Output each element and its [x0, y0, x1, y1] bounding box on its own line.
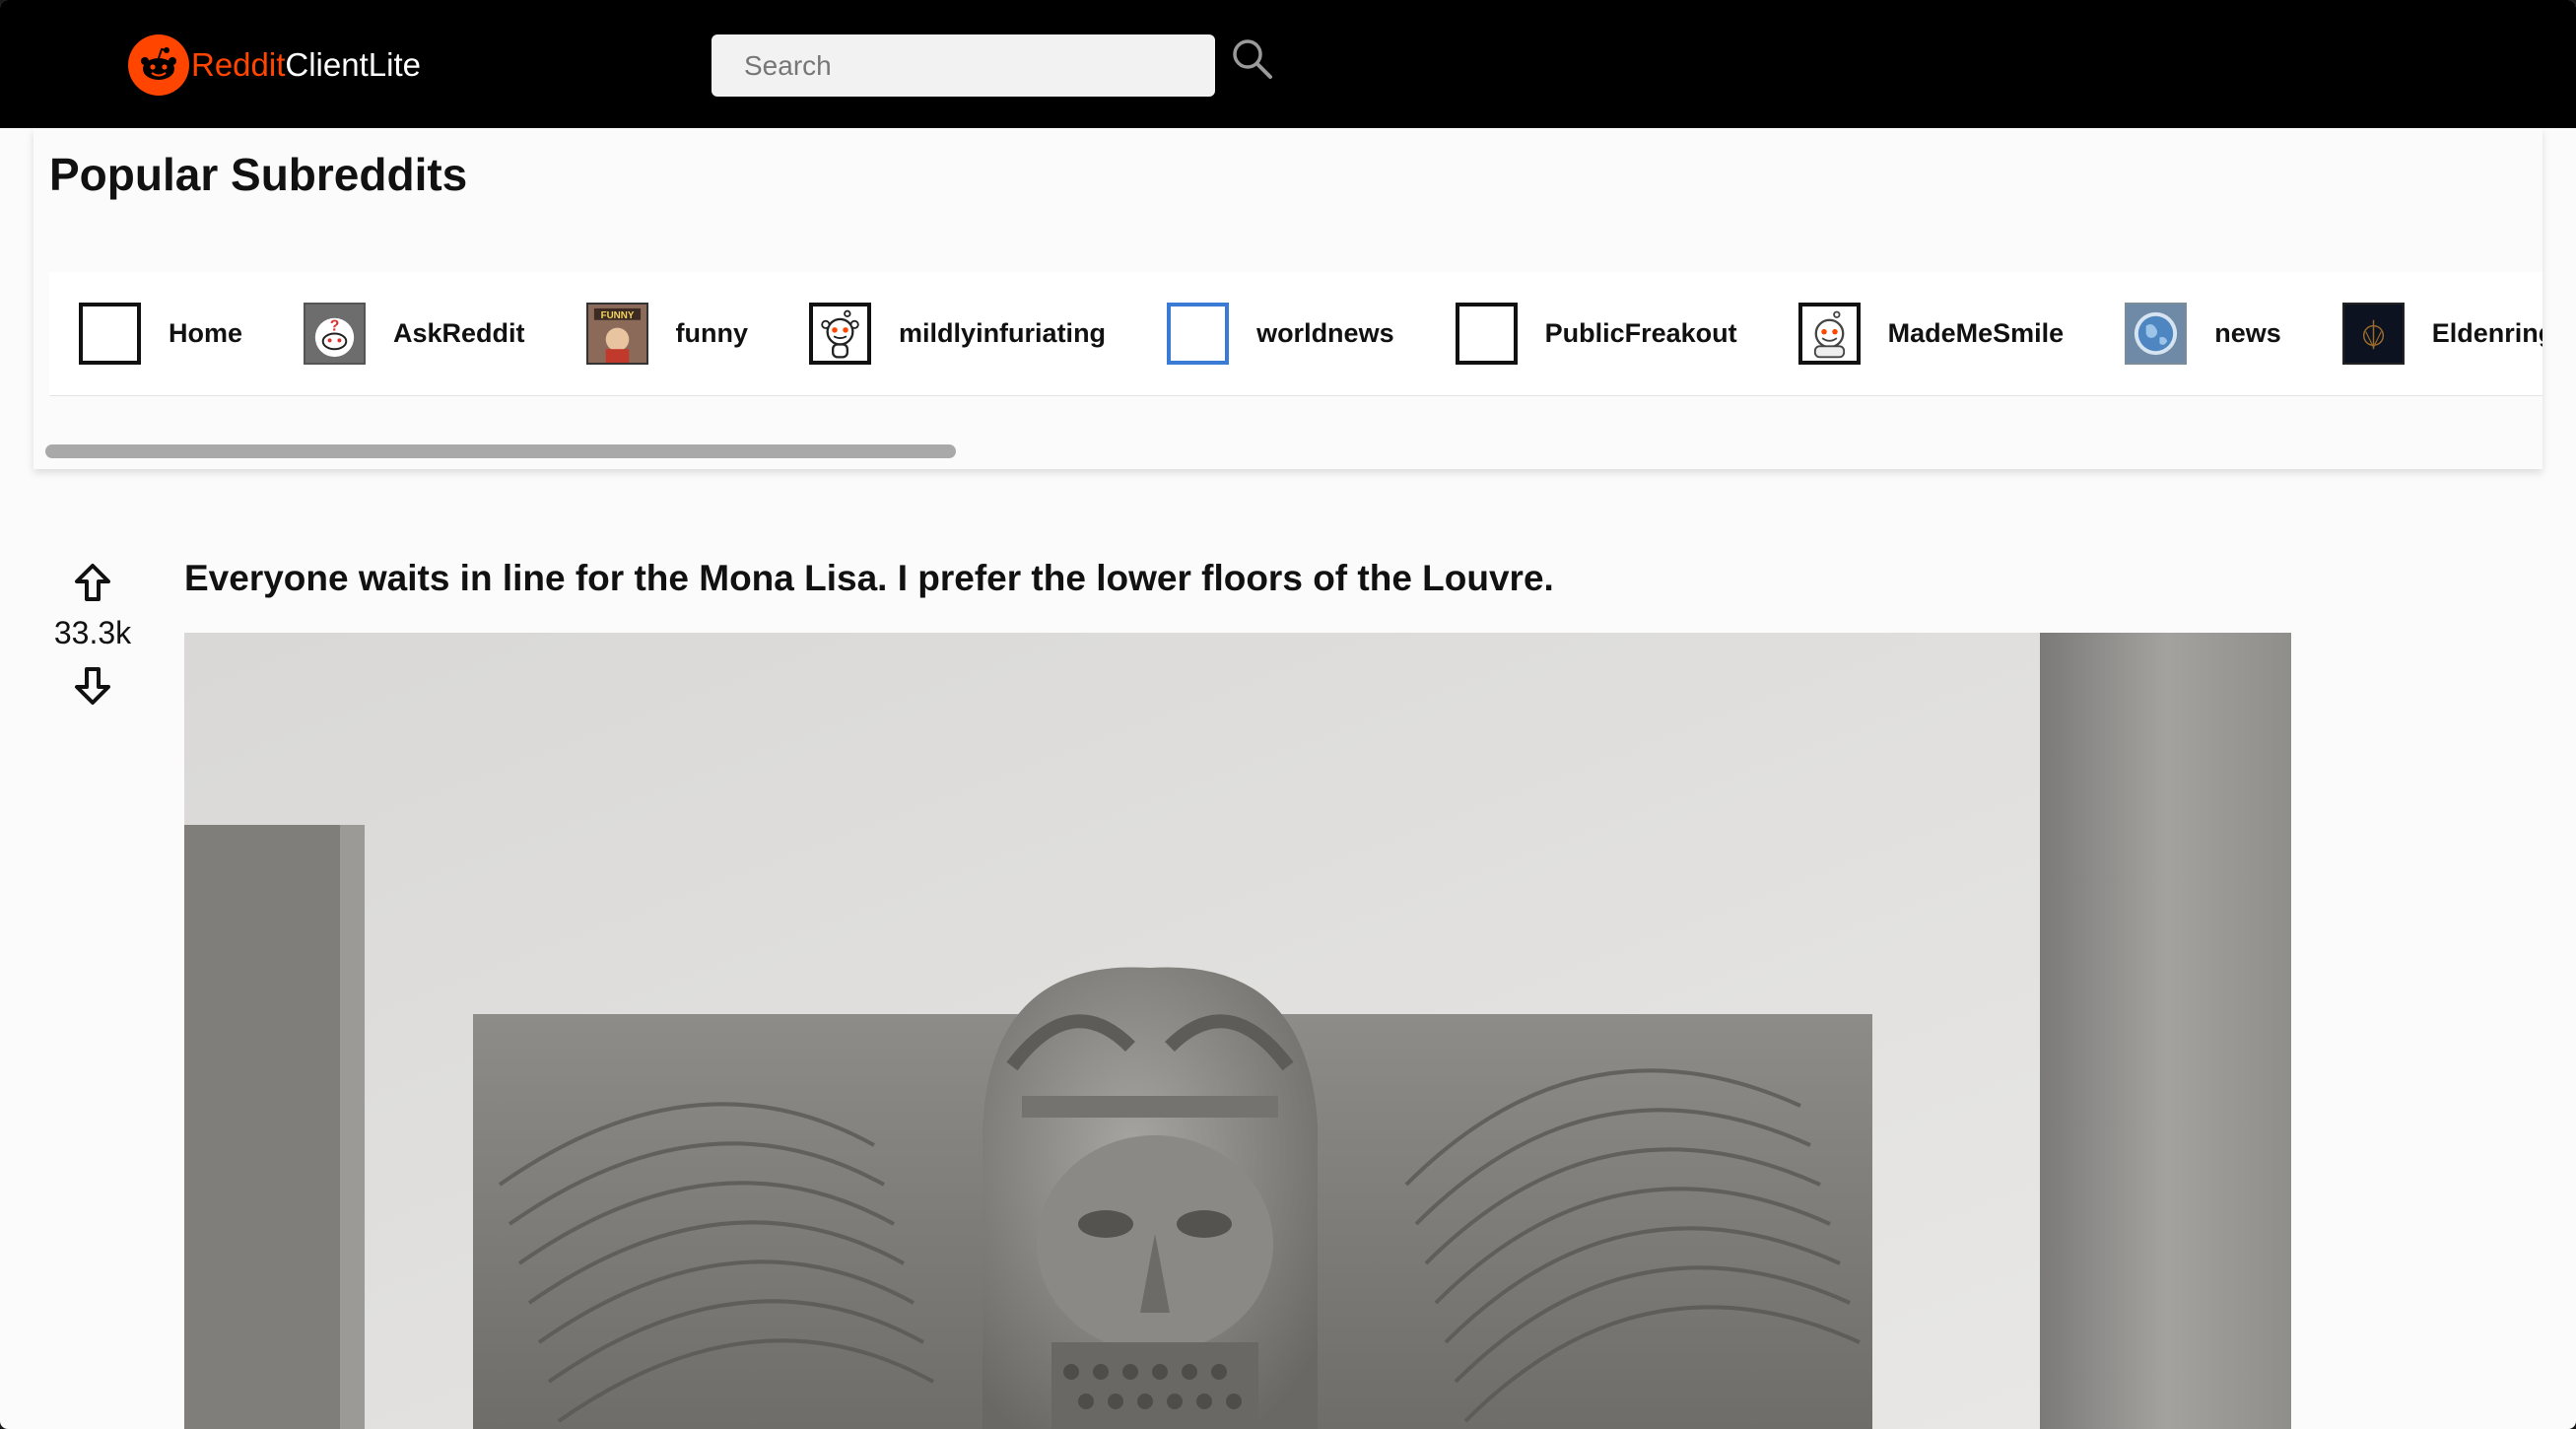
snoo-icon: [1797, 303, 1861, 365]
subreddit-label: AskReddit: [393, 318, 525, 348]
funny-icon: FUNNY: [585, 303, 648, 365]
arrow-down-icon: [75, 667, 110, 705]
vote-score: 33.3k: [53, 615, 132, 650]
subreddit-item-publicfreakout[interactable]: PublicFreakout: [1455, 300, 1737, 369]
snoo-icon: [809, 303, 872, 365]
subreddit-label: worldnews: [1256, 318, 1394, 348]
subreddit-label: funny: [675, 318, 749, 348]
reddit-logo-icon: [128, 34, 189, 96]
search-input[interactable]: [712, 34, 1215, 97]
app-logo[interactable]: RedditClientLite: [128, 34, 421, 97]
vote-column: 33.3k: [34, 560, 152, 709]
post-title[interactable]: Everyone waits in line for the Mona Lisa…: [184, 558, 1554, 599]
popular-subreddits-title: Popular Subreddits: [49, 149, 468, 200]
subreddit-item-news[interactable]: news: [2125, 300, 2281, 369]
post-image[interactable]: [184, 633, 2291, 1429]
svg-text:FUNNY: FUNNY: [600, 310, 634, 321]
subreddit-item-worldnews[interactable]: worldnews: [1167, 300, 1394, 369]
subreddit-label: Home: [169, 318, 243, 348]
logo-text-reddit: Reddit: [191, 46, 286, 83]
post-card: 33.3k Everyone waits in line for the Mon…: [34, 540, 2542, 1429]
popular-subreddits-panel: Popular Subreddits Home ? AskReddit FUNN…: [34, 128, 2542, 469]
subreddit-item-home[interactable]: Home: [79, 300, 242, 369]
subreddit-list[interactable]: Home ? AskReddit FUNNY funny mildlyinfur…: [49, 272, 2542, 396]
globe-icon: [2125, 303, 2188, 365]
upvote-button[interactable]: [69, 560, 116, 607]
blank-square-icon: [79, 303, 141, 365]
blank-square-icon: [1455, 303, 1518, 365]
subreddit-label: MadeMeSmile: [1887, 318, 2065, 348]
search-button[interactable]: [1228, 35, 1277, 85]
subreddit-item-askreddit[interactable]: ? AskReddit: [304, 300, 525, 369]
subreddit-item-mademesmile[interactable]: MadeMeSmile: [1797, 300, 2065, 369]
logo-text-clientlite: ClientLite: [285, 46, 421, 83]
scrollbar-thumb[interactable]: [45, 444, 956, 458]
arrow-up-icon: [75, 564, 110, 601]
app-window: RedditClientLite Popular Subreddits Home: [0, 0, 2576, 1429]
blank-square-icon: [1167, 303, 1230, 365]
subreddit-item-eldenring[interactable]: Eldenring: [2341, 300, 2542, 369]
louvre-relief-photo: [184, 633, 2291, 1429]
top-navbar: RedditClientLite: [0, 0, 2576, 128]
subreddit-label: PublicFreakout: [1544, 318, 1737, 348]
svg-text:?: ?: [330, 318, 340, 335]
subreddit-label: mildlyinfuriating: [899, 318, 1107, 348]
search-icon: [1233, 38, 1272, 79]
downvote-button[interactable]: [69, 661, 116, 709]
subreddit-item-funny[interactable]: FUNNY funny: [585, 300, 749, 369]
subreddit-label: news: [2214, 318, 2281, 348]
horizontal-scrollbar[interactable]: [39, 442, 2542, 458]
subreddit-item-mildlyinfuriating[interactable]: mildlyinfuriating: [809, 300, 1106, 369]
askreddit-snoo-icon: ?: [304, 303, 367, 365]
eldenring-icon: [2341, 303, 2405, 365]
subreddit-label: Eldenring: [2431, 318, 2542, 348]
